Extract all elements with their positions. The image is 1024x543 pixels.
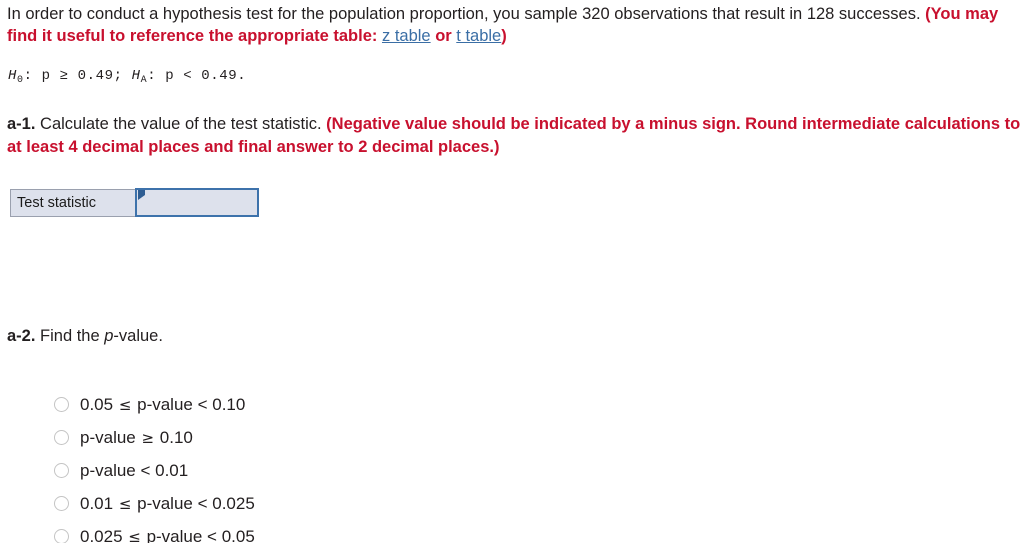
test-statistic-row-label: Test statistic bbox=[10, 188, 136, 217]
option-row-5[interactable]: 0.025 ≤ p-value < 0.05 bbox=[54, 520, 255, 543]
a2-prompt-before: Find the bbox=[35, 327, 105, 345]
option-2-post: 0.10 bbox=[155, 427, 193, 447]
h0-body: : p ≥ 0.49; bbox=[23, 68, 132, 84]
option-label-2[interactable]: p-value ≥ 0.10 bbox=[80, 428, 193, 448]
option-1-pre: 0.05 bbox=[80, 394, 118, 414]
option-label-1[interactable]: 0.05 ≤ p-value < 0.10 bbox=[80, 395, 245, 415]
ha-body: : p < 0.49. bbox=[147, 68, 247, 84]
option-4-inequality: ≤ bbox=[118, 494, 132, 513]
option-5-inequality: ≤ bbox=[128, 527, 141, 543]
radio-icon-option-1[interactable] bbox=[54, 397, 69, 412]
z-table-link[interactable]: z table bbox=[382, 27, 431, 45]
option-5-pre: 0.025 bbox=[80, 526, 128, 543]
radio-icon-option-5[interactable] bbox=[54, 529, 69, 543]
p-value-options: 0.05 ≤ p-value < 0.10 p-value ≥ 0.10 p-v… bbox=[54, 388, 255, 543]
a1-label: a-1. bbox=[7, 115, 36, 133]
radio-icon-option-4[interactable] bbox=[54, 496, 69, 511]
option-3-inequality bbox=[188, 462, 190, 480]
option-2-inequality: ≥ bbox=[141, 428, 155, 447]
cursor-marker-icon bbox=[137, 190, 145, 200]
radio-icon-option-3[interactable] bbox=[54, 463, 69, 478]
table-row: Test statistic bbox=[10, 188, 259, 217]
question-intro: In order to conduct a hypothesis test fo… bbox=[7, 3, 1017, 47]
intro-text: In order to conduct a hypothesis test fo… bbox=[7, 5, 926, 23]
option-row-2[interactable]: p-value ≥ 0.10 bbox=[54, 421, 255, 454]
a2-label: a-2. bbox=[7, 327, 36, 345]
option-row-3[interactable]: p-value < 0.01 bbox=[54, 454, 255, 487]
option-1-post: p-value < 0.10 bbox=[132, 394, 246, 414]
question-a1: a-1. Calculate the value of the test sta… bbox=[7, 113, 1021, 159]
option-label-5[interactable]: 0.025 ≤ p-value < 0.05 bbox=[80, 527, 255, 543]
intro-red-note-close: ) bbox=[501, 27, 507, 45]
a1-prompt: Calculate the value of the test statisti… bbox=[35, 115, 327, 133]
question-a2: a-2. Find the p-value. bbox=[7, 325, 163, 347]
intro-red-or: or bbox=[430, 27, 457, 45]
option-3-pre: p-value < 0.01 bbox=[80, 460, 189, 480]
test-statistic-answer-table: Test statistic bbox=[10, 188, 259, 217]
hypothesis-statement: H0: p ≥ 0.49; HA: p < 0.49. bbox=[8, 68, 246, 86]
option-label-3[interactable]: p-value < 0.01 bbox=[80, 461, 190, 481]
ha-symbol: H bbox=[131, 68, 141, 84]
option-4-pre: 0.01 bbox=[80, 493, 118, 513]
option-2-pre: p-value bbox=[80, 427, 141, 447]
option-label-4[interactable]: 0.01 ≤ p-value < 0.025 bbox=[80, 494, 255, 514]
h0-subscript: 0 bbox=[17, 75, 24, 86]
h0-symbol: H bbox=[8, 68, 18, 84]
test-statistic-input[interactable] bbox=[136, 192, 257, 213]
option-5-post: p-value < 0.05 bbox=[141, 526, 255, 543]
test-statistic-input-cell[interactable] bbox=[134, 188, 259, 217]
option-4-post: p-value < 0.025 bbox=[132, 493, 255, 513]
radio-icon-option-2[interactable] bbox=[54, 430, 69, 445]
question-page: In order to conduct a hypothesis test fo… bbox=[0, 0, 1024, 543]
option-row-4[interactable]: 0.01 ≤ p-value < 0.025 bbox=[54, 487, 255, 520]
option-1-inequality: ≤ bbox=[118, 395, 132, 414]
option-row-1[interactable]: 0.05 ≤ p-value < 0.10 bbox=[54, 388, 255, 421]
a2-prompt-after: -value. bbox=[113, 327, 163, 345]
t-table-link[interactable]: t table bbox=[456, 27, 501, 45]
